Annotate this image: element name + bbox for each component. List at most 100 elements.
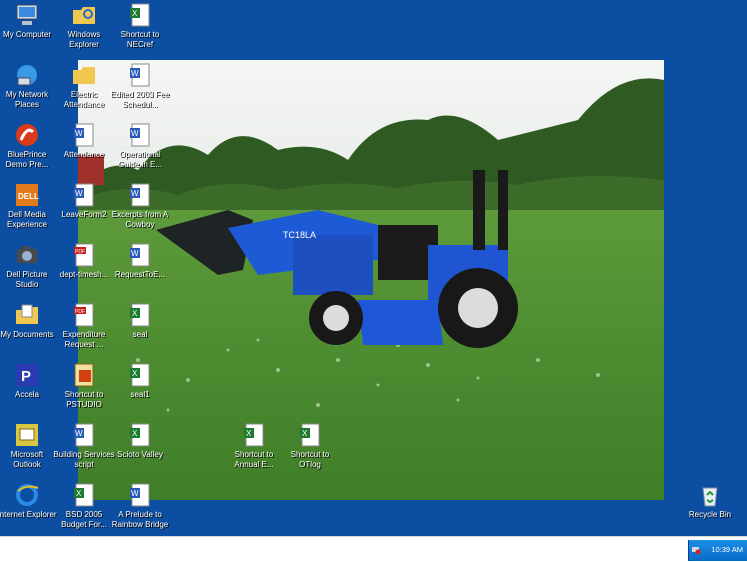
excel-icon: X <box>130 423 150 447</box>
desktop-icon-shortcut-otlog[interactable]: X Shortcut to OTlog <box>279 422 341 469</box>
icon-label: A Prelude to Rainbow Bridge <box>111 510 169 529</box>
desktop-icon-requesttoe[interactable]: W RequestToE... <box>109 242 171 280</box>
icon-label: My Documents <box>0 330 54 339</box>
ie-icon <box>16 484 39 506</box>
icon-label: My Network Places <box>5 90 49 109</box>
svg-text:PDF: PDF <box>75 249 85 255</box>
pdf-icon: PDF <box>74 243 94 267</box>
desktop-icon-electric-attendance[interactable]: Electric Attendance <box>53 62 115 109</box>
svg-text:W: W <box>131 249 139 258</box>
desktop-icon-shortcut-pstudio[interactable]: Shortcut to PSTUDIO <box>53 362 115 409</box>
svg-text:TC18LA: TC18LA <box>283 230 316 240</box>
desktop-icon-my-documents[interactable]: My Documents <box>0 302 58 340</box>
icon-label: Internet Explorer <box>0 510 57 519</box>
icon-label: Dell Picture Studio <box>6 270 48 289</box>
desktop-icon-recycle-bin[interactable]: Recycle Bin <box>679 482 741 520</box>
system-tray[interactable]: 10:39 AM <box>688 540 747 561</box>
desktop-icon-excerpts-cowboy[interactable]: W Excerpts from A Cowboy <box>109 182 171 229</box>
icon-label: LeaveForm2 <box>61 210 107 219</box>
blueprince-icon <box>16 124 38 146</box>
icon-label: Accela <box>14 390 39 399</box>
svg-text:W: W <box>131 69 139 78</box>
word-icon: W <box>74 123 94 147</box>
desktop-icon-dept-timesheet[interactable]: PDF dept-timesh... <box>53 242 115 280</box>
svg-text:X: X <box>132 429 138 438</box>
computer-icon <box>16 4 38 25</box>
desktop-icon-dell-picture[interactable]: Dell Picture Studio <box>0 242 58 289</box>
recycle-bin-icon <box>702 487 718 507</box>
icon-label: seal <box>132 330 148 339</box>
desktop-icon-my-network-places[interactable]: My Network Places <box>0 62 58 109</box>
svg-text:W: W <box>131 489 139 498</box>
desktop-icon-my-computer[interactable]: My Computer <box>0 2 58 40</box>
network-icon <box>17 65 37 86</box>
desktop-icon-edited-2003[interactable]: W Edited 2003 Fee Schedul... <box>109 62 171 109</box>
word-icon: W <box>130 63 150 87</box>
excel-icon: X <box>300 423 320 447</box>
desktop-icon-operational-guide[interactable]: W Operational Guide in E... <box>109 122 171 169</box>
desktop[interactable]: TC18LA My Computer My Network Places Blu… <box>0 0 747 536</box>
excel-icon: X <box>130 3 150 27</box>
icon-label: Recycle Bin <box>688 510 732 519</box>
icon-label: Excerpts from A Cowboy <box>111 210 169 229</box>
word-icon: W <box>130 183 150 207</box>
desktop-icon-dell-media[interactable]: DELL Dell Media Experience <box>0 182 58 229</box>
svg-text:W: W <box>75 429 83 438</box>
desktop-icon-seal1[interactable]: X seal1 <box>109 362 171 400</box>
desktop-icon-internet-explorer[interactable]: Internet Explorer <box>0 482 58 520</box>
folder-icon <box>73 67 95 84</box>
excel-icon: X <box>130 363 150 387</box>
word-icon: W <box>130 123 150 147</box>
desktop-icon-shortcut-annual[interactable]: X Shortcut to Annual E... <box>223 422 285 469</box>
desktop-icon-scioto-valley[interactable]: X Scioto Valley <box>109 422 171 460</box>
accela-icon: P <box>16 364 38 386</box>
pdf-icon: PDF <box>74 303 94 327</box>
desktop-icon-leaveform2[interactable]: W LeaveForm2 <box>53 182 115 220</box>
icon-label: Shortcut to PSTUDIO <box>64 390 104 409</box>
network-alert-icon[interactable] <box>691 545 701 555</box>
explorer-icon <box>73 7 95 24</box>
desktop-icon-microsoft-outlook[interactable]: Microsoft Outlook <box>0 422 58 469</box>
icon-label: Shortcut to OTlog <box>290 450 330 469</box>
icon-label: seal1 <box>130 390 150 399</box>
icon-label: Building Services script <box>53 450 115 469</box>
svg-text:X: X <box>132 9 138 18</box>
desktop-icon-seal[interactable]: X seal <box>109 302 171 340</box>
excel-icon: X <box>74 483 94 507</box>
desktop-icon-shortcut-necref[interactable]: X Shortcut to NECref <box>109 2 171 49</box>
word-icon: W <box>130 483 150 507</box>
desktop-icon-attendance[interactable]: W Attendance <box>53 122 115 160</box>
excel-icon: X <box>244 423 264 447</box>
svg-text:DELL: DELL <box>18 192 39 201</box>
desktop-icon-bsd-2005[interactable]: X BSD 2005 Budget For... <box>53 482 115 529</box>
word-icon: W <box>130 243 150 267</box>
svg-text:PDF: PDF <box>75 309 85 315</box>
word-icon: W <box>74 183 94 207</box>
icon-label: Attendance <box>63 150 105 159</box>
svg-text:X: X <box>132 369 138 378</box>
desktop-icon-prelude-rainbow[interactable]: W A Prelude to Rainbow Bridge <box>109 482 171 529</box>
svg-text:P: P <box>21 368 31 385</box>
icon-label: Microsoft Outlook <box>10 450 44 469</box>
desktop-icon-blueprince[interactable]: BluePrince Demo Pre... <box>0 122 58 169</box>
icon-label: dept-timesh... <box>59 270 109 279</box>
icon-label: Dell Media Experience <box>6 210 48 229</box>
pstudio-icon <box>74 363 94 387</box>
desktop-icon-expenditure-request[interactable]: PDF Expenditure Request ... <box>53 302 115 349</box>
icon-label: Shortcut to NECref <box>120 30 160 49</box>
desktop-icon-accela[interactable]: P Accela <box>0 362 58 400</box>
desktop-icon-building-services[interactable]: W Building Services script <box>53 422 115 469</box>
taskbar-clock[interactable]: 10:39 AM <box>711 545 743 554</box>
excel-icon: X <box>130 303 150 327</box>
svg-text:X: X <box>76 489 82 498</box>
svg-text:X: X <box>302 429 308 438</box>
icon-label: BSD 2005 Budget For... <box>61 510 107 529</box>
word-icon: W <box>74 423 94 447</box>
camera-icon <box>17 246 37 263</box>
icon-label: BluePrince Demo Pre... <box>5 150 49 169</box>
icon-label: RequestToE... <box>114 270 166 279</box>
taskbar[interactable] <box>0 536 747 562</box>
icon-label: Windows Explorer <box>67 30 101 49</box>
svg-text:W: W <box>131 129 139 138</box>
desktop-icon-windows-explorer[interactable]: Windows Explorer <box>53 2 115 49</box>
